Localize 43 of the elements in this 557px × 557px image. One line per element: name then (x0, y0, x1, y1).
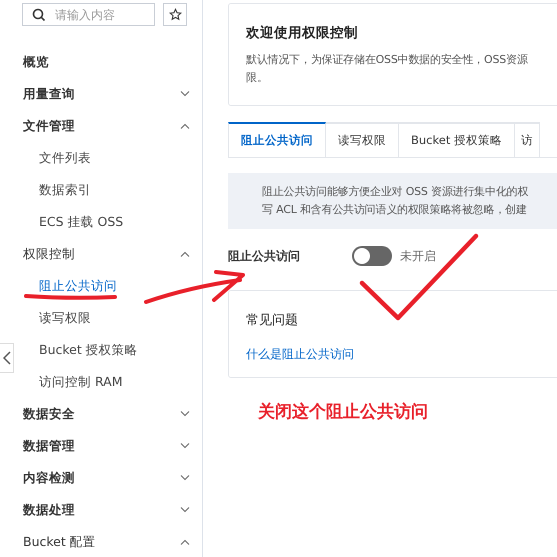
nav-item[interactable]: 阻止公共访问 (39, 270, 117, 302)
faq-title: 常见问题 (246, 312, 298, 329)
chevron-up-icon (180, 123, 190, 129)
chevron-down-icon (180, 475, 190, 481)
nav-group[interactable]: 概览 (0, 46, 202, 78)
nav-item[interactable]: 数据索引 (39, 174, 91, 206)
nav-group[interactable]: 用量查询 (0, 78, 202, 110)
annotation-text: 关闭这个阻止公共访问 (258, 401, 429, 423)
nav-item[interactable]: Bucket 授权策略 (39, 334, 138, 366)
chevron-up-icon (180, 251, 190, 257)
welcome-title: 欢迎使用权限控制 (246, 24, 359, 42)
search-icon (32, 8, 46, 22)
tab[interactable]: 阻止公共访问 (228, 122, 326, 157)
nav-group[interactable]: 数据管理 (0, 430, 202, 462)
notice-text: 阻止公共访问能够方便企业对 OSS 资源进行集中化的权 写 ACL 和含有公共访问语义的权限策略将被忽略，创建 (228, 173, 557, 229)
chevron-down-icon (180, 91, 190, 97)
tab[interactable]: Bucket 授权策略 (399, 122, 515, 157)
nav-item[interactable]: ECS 挂载 OSS (39, 206, 124, 238)
tab[interactable]: 访 (515, 122, 540, 157)
nav-item[interactable]: 访问控制 RAM (39, 366, 122, 398)
welcome-description: 默认情况下，为保证存储在OSS中数据的安全性，OSS资源 限。 (246, 52, 529, 86)
favorite-button[interactable] (163, 3, 187, 26)
chevron-down-icon (180, 507, 190, 513)
collapse-button[interactable] (0, 343, 14, 373)
nav-group[interactable]: 权限控制 (0, 238, 202, 270)
star-icon (168, 8, 182, 21)
nav-group[interactable]: 内容检测 (0, 462, 202, 494)
nav-item[interactable]: 文件列表 (39, 142, 91, 174)
chevron-down-icon (180, 443, 190, 449)
nav-item[interactable]: 读写权限 (39, 302, 91, 334)
faq-link[interactable]: 什么是阻止公共访问 (246, 346, 354, 363)
chevron-up-icon (180, 539, 190, 545)
toggle-switch[interactable] (352, 246, 392, 266)
chevron-down-icon (180, 411, 190, 417)
nav-group[interactable]: 数据安全 (0, 398, 202, 430)
toggle-status: 未开启 (400, 248, 436, 264)
nav-group[interactable]: 数据处理 (0, 494, 202, 526)
search-field[interactable]: 请输入内容 (22, 3, 155, 26)
tab[interactable]: 读写权限 (326, 122, 399, 157)
chevron-left-icon (2, 351, 10, 365)
nav-group[interactable]: Bucket 配置 (0, 526, 202, 557)
setting-label: 阻止公共访问 (228, 248, 301, 264)
nav-group[interactable]: 文件管理 (0, 110, 202, 142)
